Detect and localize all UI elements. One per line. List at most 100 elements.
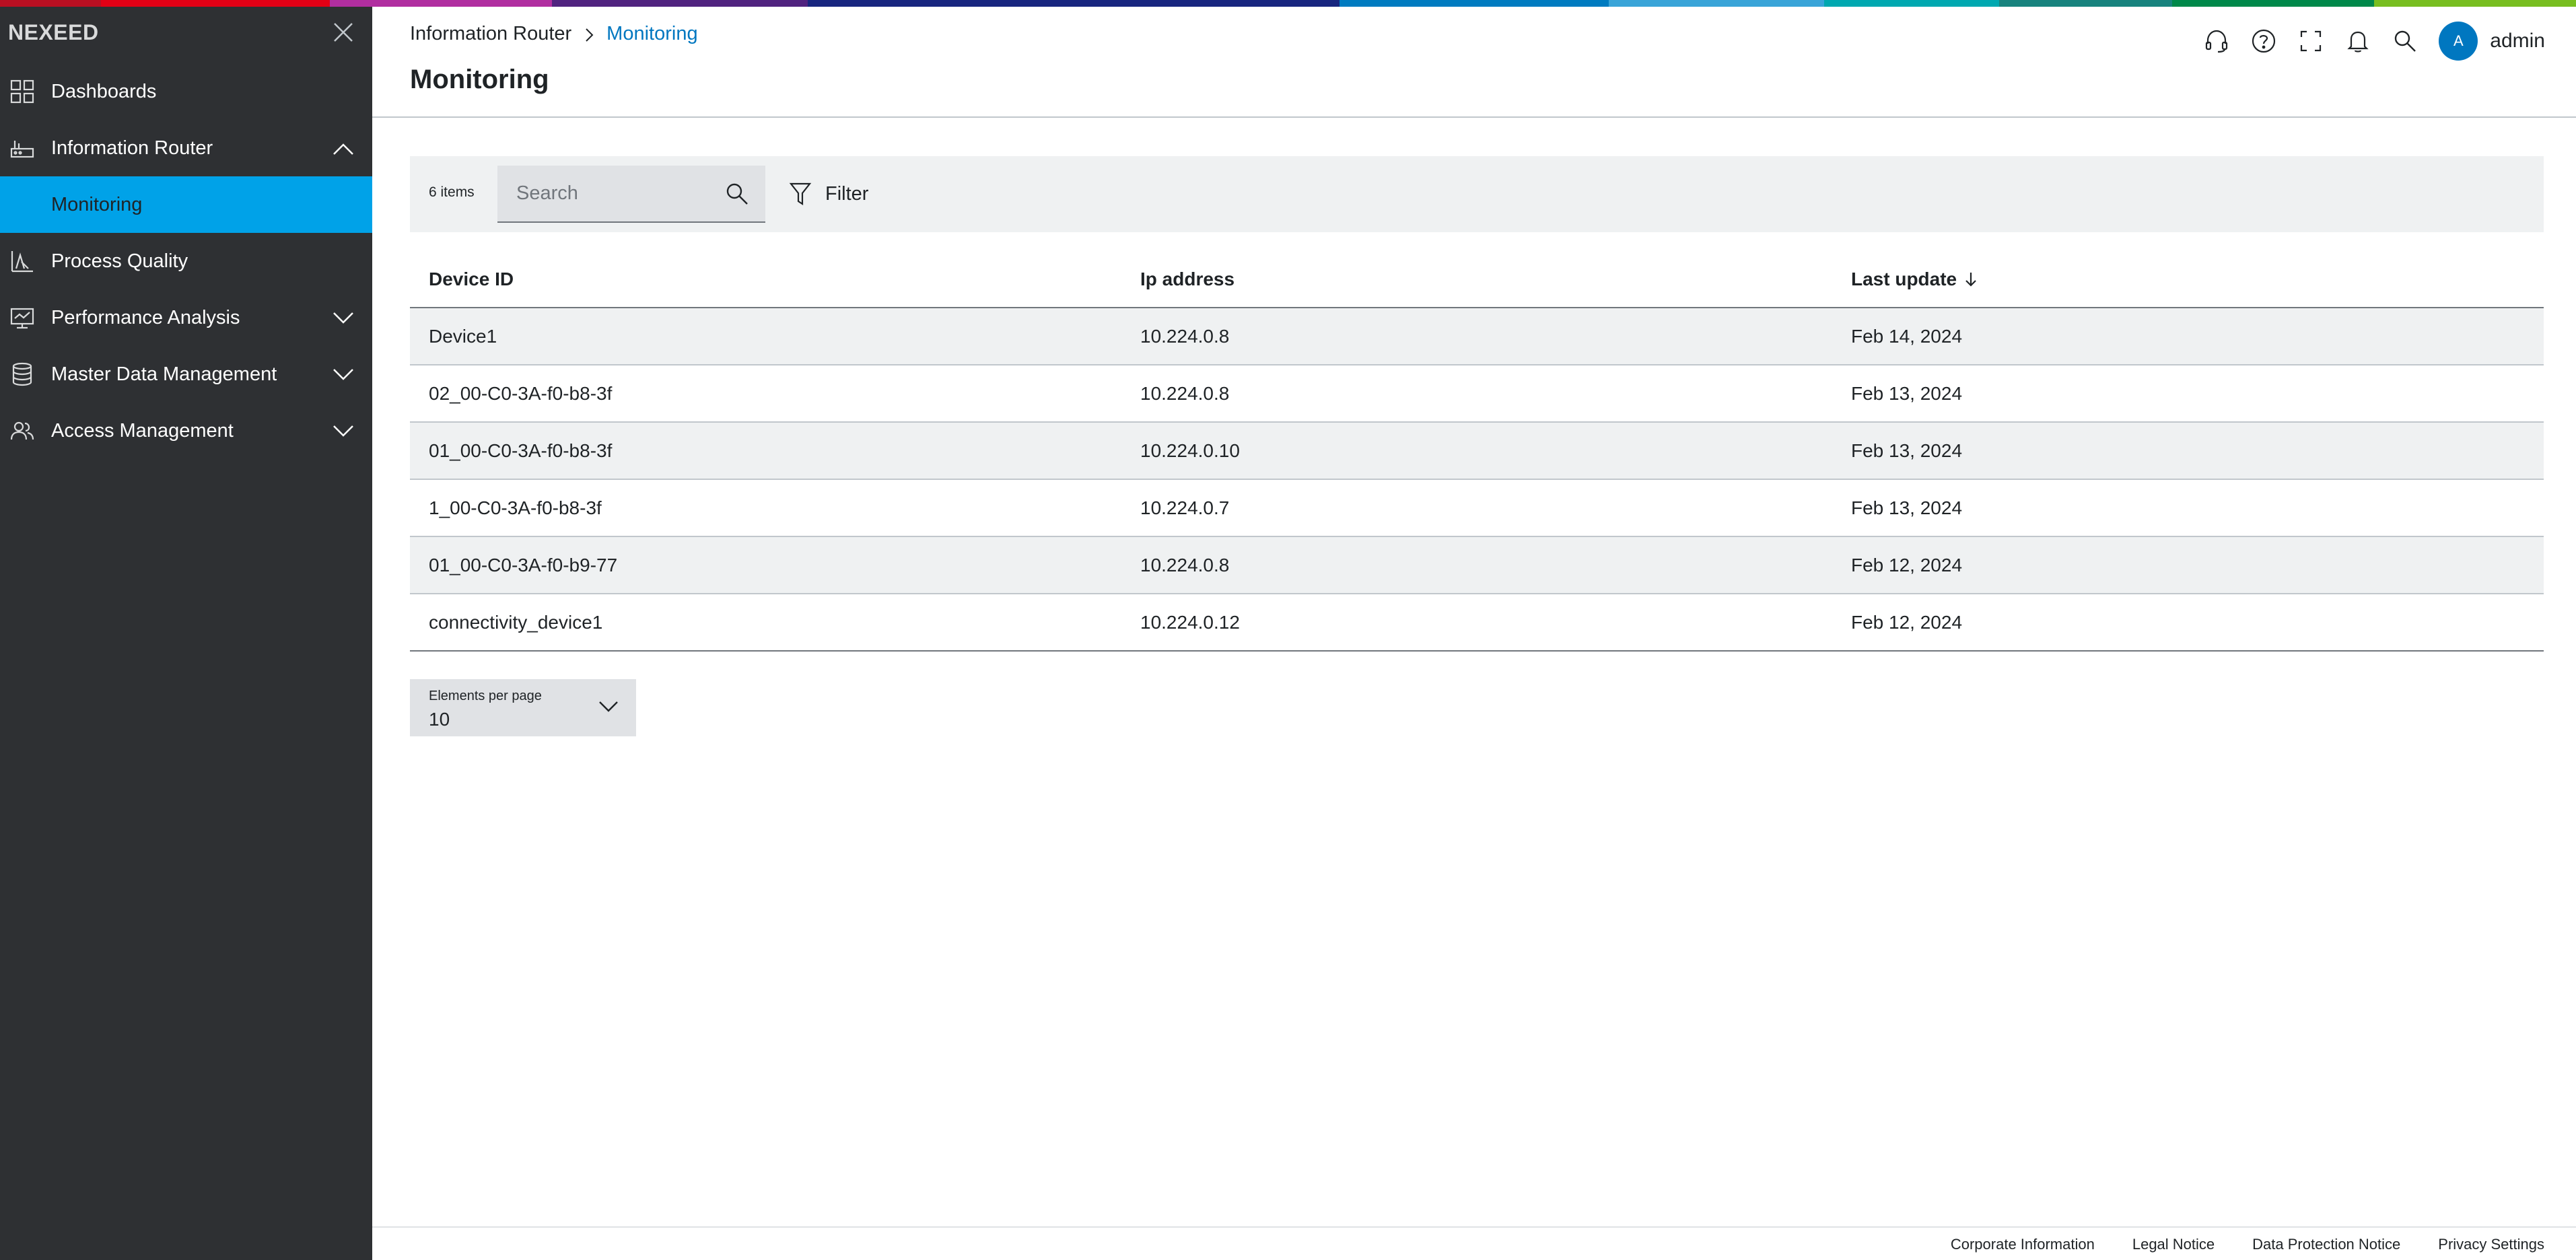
stripe-segment (2172, 0, 2374, 7)
cell-last-update: Feb 12, 2024 (1851, 554, 1963, 575)
cell-device-id: 02_00-C0-3A-f0-b8-3f (429, 382, 613, 404)
cell-device-id: Device1 (429, 325, 497, 347)
close-icon[interactable] (331, 20, 355, 44)
table-row[interactable]: 1_00-C0-3A-f0-b8-3f 10.224.0.7 Feb 13, 2… (410, 480, 2544, 537)
breadcrumb-root-link[interactable]: Information Router (410, 23, 571, 45)
sidebar-item-master-data-management[interactable]: Master Data Management (0, 346, 372, 403)
table-header-row: Device ID Ip address Last update (410, 251, 2544, 308)
cell-ip-address: 10.224.0.7 (1140, 497, 1230, 518)
search-icon[interactable] (724, 180, 751, 207)
sidebar-item-label: Access Management (51, 419, 234, 442)
chevron-down-icon (330, 423, 357, 439)
sidebar-nav: Dashboards Information Router Monitoring (0, 63, 372, 459)
chevron-right-icon (581, 26, 597, 42)
quality-chart-icon (9, 248, 35, 274)
monitor-analysis-icon (9, 305, 35, 330)
items-count: 6 items (429, 184, 475, 200)
header-actions: A admin (2184, 18, 2545, 65)
fullscreen-icon[interactable] (2296, 26, 2326, 56)
sidebar-item-label: Dashboards (51, 80, 157, 102)
cell-ip-address: 10.224.0.10 (1140, 440, 1240, 461)
stripe-segment (1824, 0, 1999, 7)
cell-device-id: connectivity_device1 (429, 611, 603, 633)
elements-per-page-label: Elements per page (429, 689, 542, 703)
page-title: Monitoring (410, 65, 549, 94)
chevron-down-icon (330, 366, 357, 382)
sidebar-item-label: Performance Analysis (51, 306, 240, 328)
cell-ip-address: 10.224.0.8 (1140, 554, 1230, 575)
sidebar-item-access-management[interactable]: Access Management (0, 403, 372, 459)
sidebar-item-monitoring[interactable]: Monitoring (0, 176, 372, 233)
sidebar-item-label: Master Data Management (51, 363, 277, 385)
search-field (497, 166, 765, 223)
footer-link-legal-notice[interactable]: Legal Notice (2132, 1236, 2215, 1253)
sidebar-item-process-quality[interactable]: Process Quality (0, 233, 372, 289)
column-header-ip-address[interactable]: Ip address (1121, 251, 1832, 307)
filter-label: Filter (825, 182, 869, 205)
elements-per-page-value: 10 (429, 709, 450, 730)
cell-device-id: 1_00-C0-3A-f0-b8-3f (429, 497, 602, 518)
column-header-label: Ip address (1140, 268, 1235, 289)
filter-icon (789, 180, 812, 207)
table-row[interactable]: connectivity_device1 10.224.0.12 Feb 12,… (410, 594, 2544, 652)
stripe-segment (101, 0, 330, 7)
stripe-segment (1339, 0, 1609, 7)
table-row[interactable]: 02_00-C0-3A-f0-b8-3f 10.224.0.8 Feb 13, … (410, 365, 2544, 423)
brand-logo-text: NEXEED (8, 20, 99, 44)
page-header: Information Router Monitoring Monitoring (372, 7, 2576, 118)
sidebar-item-label: Information Router (51, 137, 213, 159)
breadcrumb-current[interactable]: Monitoring (606, 23, 697, 45)
cell-ip-address: 10.224.0.8 (1140, 325, 1230, 347)
stripe-segment (1999, 0, 2172, 7)
column-header-label: Last update (1851, 268, 1957, 289)
search-icon[interactable] (2390, 26, 2420, 56)
sort-descending-icon[interactable] (1963, 271, 1978, 288)
sidebar-item-label: Monitoring (51, 193, 143, 215)
cell-device-id: 01_00-C0-3A-f0-b8-3f (429, 440, 613, 461)
footer-link-privacy-settings[interactable]: Privacy Settings (2438, 1236, 2544, 1253)
chevron-down-icon (330, 310, 357, 326)
footer-link-corporate-information[interactable]: Corporate Information (1951, 1236, 2095, 1253)
sidebar-item-dashboards[interactable]: Dashboards (0, 63, 372, 120)
column-header-last-update[interactable]: Last update (1832, 251, 2544, 307)
search-input[interactable] (497, 166, 720, 221)
username-label[interactable]: admin (2490, 30, 2545, 53)
page-footer: Corporate Information Legal Notice Data … (372, 1226, 2576, 1260)
cell-ip-address: 10.224.0.12 (1140, 611, 1240, 633)
sidebar-item-label: Process Quality (51, 250, 188, 272)
stripe-segment (330, 0, 552, 7)
chevron-up-icon (330, 140, 357, 156)
cell-last-update: Feb 12, 2024 (1851, 611, 1963, 633)
cell-last-update: Feb 13, 2024 (1851, 440, 1963, 461)
users-icon (9, 418, 35, 444)
table-row[interactable]: 01_00-C0-3A-f0-b9-77 10.224.0.8 Feb 12, … (410, 537, 2544, 594)
stripe-segment (0, 0, 101, 7)
column-header-device-id[interactable]: Device ID (410, 251, 1121, 307)
headset-icon[interactable] (2202, 26, 2231, 56)
sidebar: NEXEED Dashboards Information Router Mon… (0, 0, 372, 1260)
help-icon[interactable] (2249, 26, 2278, 56)
cell-last-update: Feb 13, 2024 (1851, 382, 1963, 404)
elements-per-page-select[interactable]: Elements per page 10 (410, 679, 636, 736)
brand-color-stripe (0, 0, 2576, 7)
chevron-down-icon (597, 699, 620, 714)
bell-icon[interactable] (2343, 26, 2373, 56)
table-row[interactable]: Device1 10.224.0.8 Feb 14, 2024 (410, 308, 2544, 365)
stripe-segment (2374, 0, 2576, 7)
sidebar-item-information-router[interactable]: Information Router (0, 120, 372, 176)
footer-link-data-protection-notice[interactable]: Data Protection Notice (2252, 1236, 2400, 1253)
database-icon (9, 361, 35, 387)
stripe-segment (552, 0, 808, 7)
table-row[interactable]: 01_00-C0-3A-f0-b8-3f 10.224.0.10 Feb 13,… (410, 423, 2544, 480)
breadcrumb: Information Router Monitoring (410, 23, 698, 45)
cell-last-update: Feb 13, 2024 (1851, 497, 1963, 518)
dashboard-grid-icon (9, 79, 35, 104)
stripe-segment (808, 0, 1339, 7)
sidebar-item-performance-analysis[interactable]: Performance Analysis (0, 289, 372, 346)
filter-button[interactable]: Filter (789, 175, 868, 213)
router-icon (9, 135, 35, 161)
stripe-segment (1609, 0, 1824, 7)
footer-links: Corporate Information Legal Notice Data … (1913, 1236, 2544, 1253)
avatar[interactable]: A (2439, 22, 2478, 61)
table-toolbar: 6 items Filter (410, 156, 2544, 232)
